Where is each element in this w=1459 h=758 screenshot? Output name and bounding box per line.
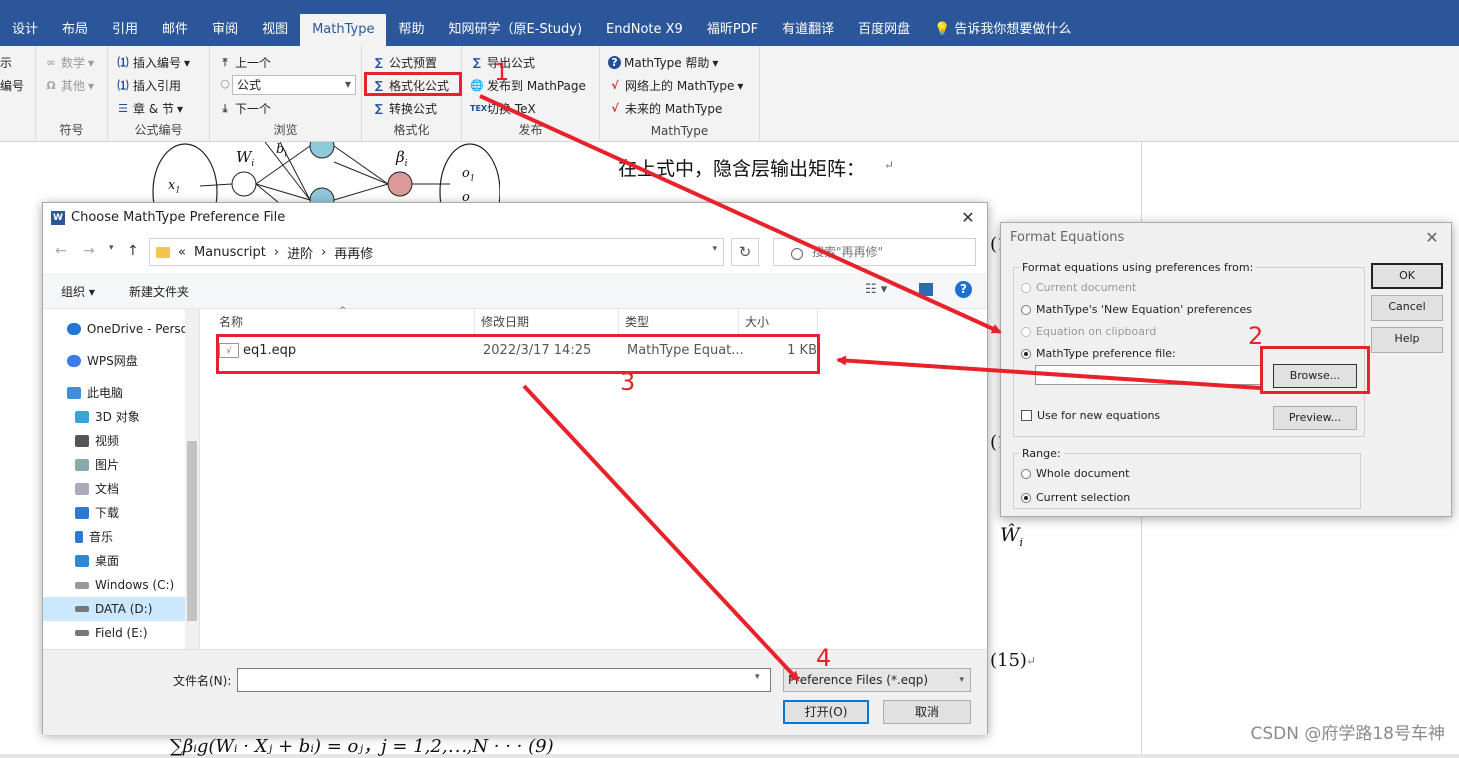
highlight-file-row [216,334,820,374]
annotation-arrows [479,94,1261,682]
arrow-1-to-dialog [479,94,1002,334]
annotation-number-1: 1 [494,58,510,86]
annotation-number-2: 2 [1248,322,1264,350]
arrow-3-to-filter [522,384,800,682]
annotation-number-3: 3 [620,368,636,396]
csdn-watermark: CSDN @府学路18号车神 [1250,724,1445,744]
arrow-2-to-file [836,355,1261,390]
annotation-number-4: 4 [816,644,832,672]
highlight-browse [1260,346,1370,394]
highlight-format-equations [364,72,462,96]
